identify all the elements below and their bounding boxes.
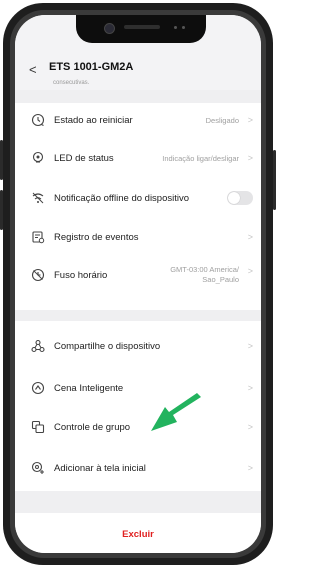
group-control-icon	[31, 420, 45, 434]
event-log-icon	[31, 230, 45, 244]
speaker-grille	[124, 25, 160, 29]
row-label: Controle de grupo	[54, 421, 131, 433]
chevron-right-icon: >	[247, 115, 253, 125]
chevron-right-icon: >	[247, 232, 253, 242]
offline-notification-toggle[interactable]	[227, 191, 253, 205]
row-add-home-screen[interactable]: Adicionar à tela inicial >	[15, 449, 261, 487]
row-smart-scene[interactable]: Cena Inteligente >	[15, 369, 261, 407]
page-title: ETS 1001-GM2A	[49, 61, 134, 73]
phone-notch	[76, 15, 206, 43]
smart-scene-icon	[31, 381, 45, 395]
row-label: Fuso horário	[54, 269, 108, 281]
restart-icon	[31, 113, 45, 127]
chevron-right-icon: >	[247, 266, 253, 276]
row-label: LED de status	[54, 152, 114, 164]
row-value: GMT-03:00 America/ Sao_Paulo	[170, 265, 239, 285]
sensor-dot	[174, 26, 177, 29]
screen: < ETS 1001-GM2A consecutivas. Estado ao …	[15, 15, 261, 553]
volume-down-button	[0, 190, 3, 230]
timezone-icon	[31, 268, 45, 282]
row-label: Notificação offline do dispositivo	[54, 192, 190, 204]
back-button[interactable]: <	[29, 62, 37, 77]
phone-frame: < ETS 1001-GM2A consecutivas. Estado ao …	[3, 3, 273, 565]
row-label: Adicionar à tela inicial	[54, 462, 146, 474]
chevron-right-icon: >	[247, 153, 253, 163]
row-value: Indicação ligar/desligar	[162, 153, 239, 163]
row-timezone[interactable]: Fuso horário GMT-03:00 America/ Sao_Paul…	[15, 256, 261, 294]
chevron-right-icon: >	[247, 383, 253, 393]
row-label: Compartilhe o dispositivo	[54, 340, 161, 352]
row-label: Cena Inteligente	[54, 382, 124, 394]
camera-icon	[104, 23, 115, 34]
row-share-device[interactable]: Compartilhe o dispositivo >	[15, 327, 261, 365]
partial-description-text: consecutivas.	[53, 80, 90, 86]
delete-device-button[interactable]: Excluir	[15, 529, 261, 540]
offline-notification-icon	[31, 191, 45, 205]
row-led-status[interactable]: LED de status Indicação ligar/desligar >	[15, 139, 261, 177]
chevron-right-icon: >	[247, 422, 253, 432]
sensor-dot	[182, 26, 185, 29]
add-home-icon	[31, 461, 45, 475]
row-value: Desligado	[205, 115, 239, 125]
row-event-log[interactable]: Registro de eventos >	[15, 218, 261, 256]
green-arrow-annotation	[151, 393, 201, 431]
row-label: Estado ao reiniciar	[54, 114, 133, 126]
chevron-right-icon: >	[247, 463, 253, 473]
row-offline-notification: Notificação offline do dispositivo	[15, 179, 261, 217]
chevron-right-icon: >	[247, 341, 253, 351]
toggle-knob	[228, 192, 240, 204]
row-group-control[interactable]: Controle de grupo >	[15, 408, 261, 446]
row-label: Registro de eventos	[54, 231, 139, 243]
share-icon	[31, 339, 45, 353]
timezone-value-line2: Sao_Paulo	[202, 275, 239, 284]
timezone-value-line1: GMT-03:00 America/	[170, 265, 239, 274]
volume-up-button	[0, 140, 3, 180]
power-button	[273, 150, 276, 210]
row-restart-state[interactable]: Estado ao reiniciar Desligado >	[15, 101, 261, 139]
led-status-icon	[31, 151, 45, 165]
